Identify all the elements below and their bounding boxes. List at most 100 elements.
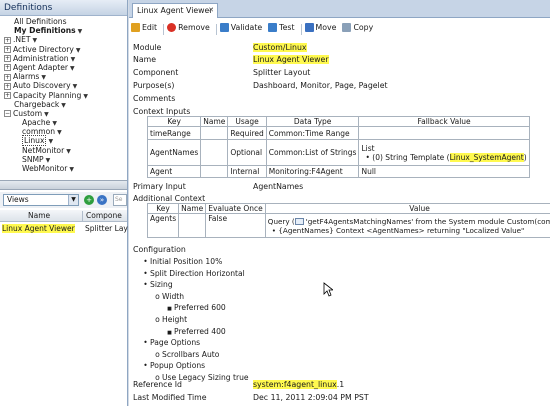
grid-column-component[interactable]: Compone [82,211,122,221]
primary-input-label: Primary Input [133,182,186,191]
tree-item-label: Apache [22,118,51,128]
tree-item-label: Capacity Planning [13,90,82,100]
chevron-down-icon[interactable]: ▼ [61,102,66,109]
bullet-icon: ■ [167,306,172,313]
table-row[interactable]: Linux Agent Viewer Splitter Lay [0,223,128,234]
query-icon[interactable] [294,218,304,225]
expand-icon[interactable]: + [4,64,11,72]
table-header-row: Key Name Usage Data Type Fallback Value [146,116,530,127]
add-icon[interactable]: + [84,195,94,205]
chevron-down-icon[interactable]: ▼ [46,157,51,164]
tree-item-label: WebMonitor [22,164,68,173]
expand-icon[interactable]: + [4,73,11,81]
column-header: Fallback Value [358,116,530,127]
chevron-down-icon[interactable]: ▼ [73,83,78,90]
cell-key: Agent [146,165,202,178]
tree-item[interactable]: + .NET ▼ [2,35,127,44]
primary-input-value: AgentNames [253,182,304,191]
tree-item[interactable]: Apache ▼ [2,118,127,127]
panel-splitter[interactable] [0,180,127,190]
config-item-text: Height [162,315,188,324]
chevron-down-icon[interactable]: ▼ [57,129,62,136]
expand-icon[interactable]: + [4,55,11,63]
move-button[interactable]: Move [304,20,336,34]
table-row: AgentNames Optional Common:List of Strin… [146,139,530,166]
validate-icon [219,22,229,32]
tree-item[interactable]: + Administration ▼ [2,54,127,63]
validate-button[interactable]: Validate [219,20,262,34]
reference-id-suffix: .1 [336,380,345,389]
cell-fallback: Null [358,165,530,178]
tree-item[interactable]: common ▼ [2,127,127,136]
chevron-down-icon[interactable]: ▼ [76,47,81,54]
tab-linux-agent-viewer[interactable]: Linux Agent Viewer ✕ [132,3,218,18]
chevron-down-icon[interactable]: ▼ [69,166,74,173]
chevron-down-icon[interactable]: ▼ [83,93,88,100]
expand-icon[interactable]: + [4,92,11,99]
tree-item[interactable]: + Active Directory ▼ [2,45,127,54]
chevron-down-icon[interactable]: ▼ [44,111,49,118]
tree-item-label: Chargeback [14,99,60,109]
cell-key: AgentNames [146,139,202,166]
cell-usage: Internal [227,165,267,178]
config-item-text: Width [162,291,185,301]
tree-item[interactable]: NetMonitor ▼ [2,146,127,155]
chevron-down-icon[interactable]: ▼ [33,37,38,44]
tree-item[interactable]: All Definitions [2,17,127,26]
reference-id-label: Reference Id [133,380,182,389]
chevron-down-icon[interactable]: ▼ [52,120,57,127]
tab-label: Linux Agent Viewer [137,6,213,15]
fallback-list-item: • (0) String Template (Linux_SystemAgent… [365,152,527,162]
tree-item-label: NetMonitor [22,145,65,155]
column-header: Name [178,203,207,214]
query-line: Query ('getF4AgentsMatchingNames' from t… [268,217,550,226]
fallback-item-value: Linux_SystemAgent [449,152,524,162]
definition-viewer: Linux Agent Viewer ✕ Edit Remove Validate T… [129,0,550,406]
config-item: o Height [155,315,187,324]
search-go-icon[interactable]: » [97,195,107,205]
chevron-down-icon[interactable]: ▼ [78,28,83,35]
chevron-down-icon[interactable]: ▼ [41,74,46,81]
search-placeholder: Se [115,196,123,203]
tree-item[interactable]: Linux ▼ [2,135,127,147]
query-prefix: Query ( [267,216,295,226]
views-dropdown[interactable]: Views ▼ [3,194,79,206]
chevron-down-icon[interactable]: ▼ [71,56,76,63]
collapse-icon[interactable]: − [4,110,11,118]
toolbar-separator [215,23,217,35]
grid-column-name[interactable]: Name [28,211,50,220]
copy-button[interactable]: Copy [342,20,373,34]
toolbar-separator [300,23,302,35]
views-dropdown-value: Views [7,195,29,204]
chevron-down-icon[interactable]: ▼ [48,138,53,145]
remove-button[interactable]: Remove [167,20,210,34]
edit-button[interactable]: Edit [131,20,157,34]
close-icon[interactable]: ✕ [208,6,214,14]
expand-icon[interactable]: + [4,36,11,44]
cell-key: timeRange [146,126,202,140]
query-context-text: {AgentNames} Context <AgentNames> return… [278,225,525,235]
tree-item[interactable]: − Custom ▼ [2,109,127,118]
expand-icon[interactable]: + [4,82,11,90]
test-button[interactable]: Test [268,20,295,34]
chevron-down-icon[interactable]: ▼ [68,195,78,205]
tree-item[interactable]: SNMP ▼ [2,155,127,164]
expand-icon[interactable]: + [4,46,11,54]
chevron-down-icon[interactable]: ▼ [70,65,75,72]
tree-item[interactable]: My Definitions ▼ [2,26,127,35]
tree-item[interactable]: + Agent Adapter ▼ [2,63,127,72]
fallback-item-prefix: (0) String Template ( [372,152,450,162]
chevron-down-icon[interactable]: ▼ [66,148,71,155]
toolbar-label: Copy [353,22,374,32]
tree-item[interactable]: WebMonitor ▼ [2,164,127,173]
tree-item[interactable]: + Capacity Planning ▼ [2,91,127,100]
tree-item-label: SNMP [22,154,44,164]
tree-item[interactable]: Chargeback ▼ [2,100,127,109]
search-input[interactable]: Se [113,194,127,206]
config-item: • Popup Options [143,361,205,370]
tree-item[interactable]: + Auto Discovery ▼ [2,81,127,90]
config-item: ■ Preferred 600 [167,303,226,312]
tree-item[interactable]: + Alarms ▼ [2,72,127,81]
config-item: • Page Options [143,338,200,347]
purposes-value: Dashboard, Monitor, Page, Pagelet [253,81,388,90]
